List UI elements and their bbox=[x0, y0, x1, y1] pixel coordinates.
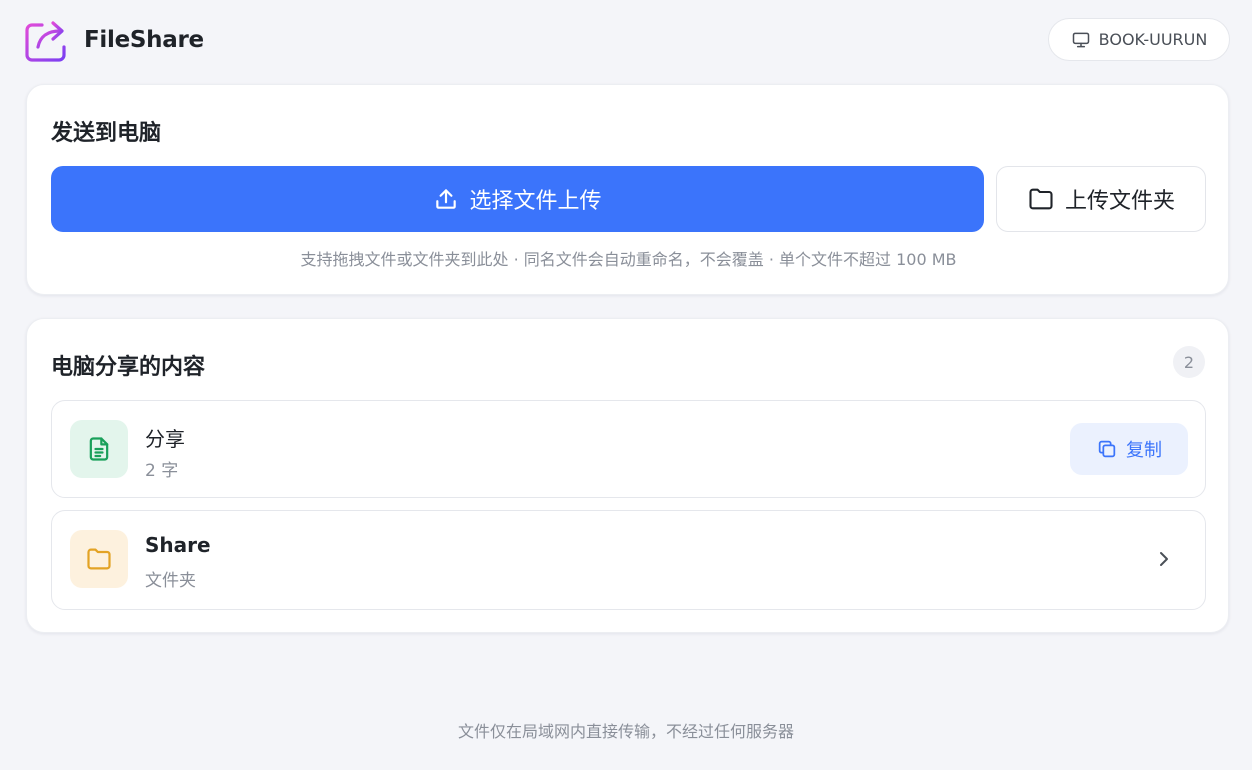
share-arrow-icon bbox=[25, 21, 66, 62]
header: FileShare BOOK-UURUN bbox=[0, 0, 1252, 82]
copy-icon bbox=[1098, 440, 1116, 458]
upload-folder-label: 上传文件夹 bbox=[1064, 189, 1175, 214]
upload-folder-button[interactable]: 上传文件夹 bbox=[996, 166, 1206, 232]
upload-icon bbox=[436, 189, 457, 209]
send-card-title: 发送到电脑 bbox=[51, 121, 162, 146]
send-to-pc-card: 发送到电脑 选择文件上传 上传文件夹 支持拖拽文件或文件夹到此处 · 同名文件会… bbox=[26, 84, 1229, 295]
device-badge: BOOK-UURUN bbox=[1048, 18, 1230, 61]
device-name: BOOK-UURUN bbox=[1098, 30, 1208, 49]
shared-count-badge: 2 bbox=[1173, 346, 1205, 378]
app-page: FileShare BOOK-UURUN 发送到电脑 选择文件上传 上传文件夹 … bbox=[0, 0, 1252, 770]
text-file-icon bbox=[89, 437, 109, 461]
upload-hint: 支持拖拽文件或文件夹到此处 · 同名文件会自动重命名，不会覆盖 · 单个文件不超… bbox=[300, 250, 957, 269]
upload-files-label: 选择文件上传 bbox=[469, 189, 602, 214]
item-name: Share bbox=[145, 533, 211, 557]
folder-icon-tile bbox=[70, 530, 128, 588]
monitor-icon bbox=[1072, 32, 1089, 47]
upload-files-button[interactable]: 选择文件上传 bbox=[51, 166, 984, 232]
folder-icon bbox=[87, 548, 111, 570]
app-title: FileShare bbox=[84, 27, 204, 53]
text-file-icon-tile bbox=[70, 420, 128, 478]
footer-note: 文件仅在局域网内直接传输，不经过任何服务器 bbox=[457, 722, 794, 741]
copy-button[interactable]: 复制 bbox=[1070, 423, 1188, 475]
shared-content-card: 电脑分享的内容 2 分享 2 字 复制 Share 文件夹 bbox=[26, 318, 1229, 633]
list-item: 分享 2 字 复制 bbox=[51, 400, 1206, 498]
folder-icon bbox=[1029, 188, 1053, 210]
copy-label: 复制 bbox=[1126, 440, 1162, 461]
list-item[interactable]: Share 文件夹 bbox=[51, 510, 1206, 610]
chevron-right-icon[interactable] bbox=[1152, 547, 1176, 571]
shared-card-title: 电脑分享的内容 bbox=[51, 355, 206, 380]
item-meta: 文件夹 bbox=[145, 571, 196, 591]
item-meta: 2 字 bbox=[145, 461, 179, 481]
item-name: 分享 bbox=[145, 427, 185, 451]
